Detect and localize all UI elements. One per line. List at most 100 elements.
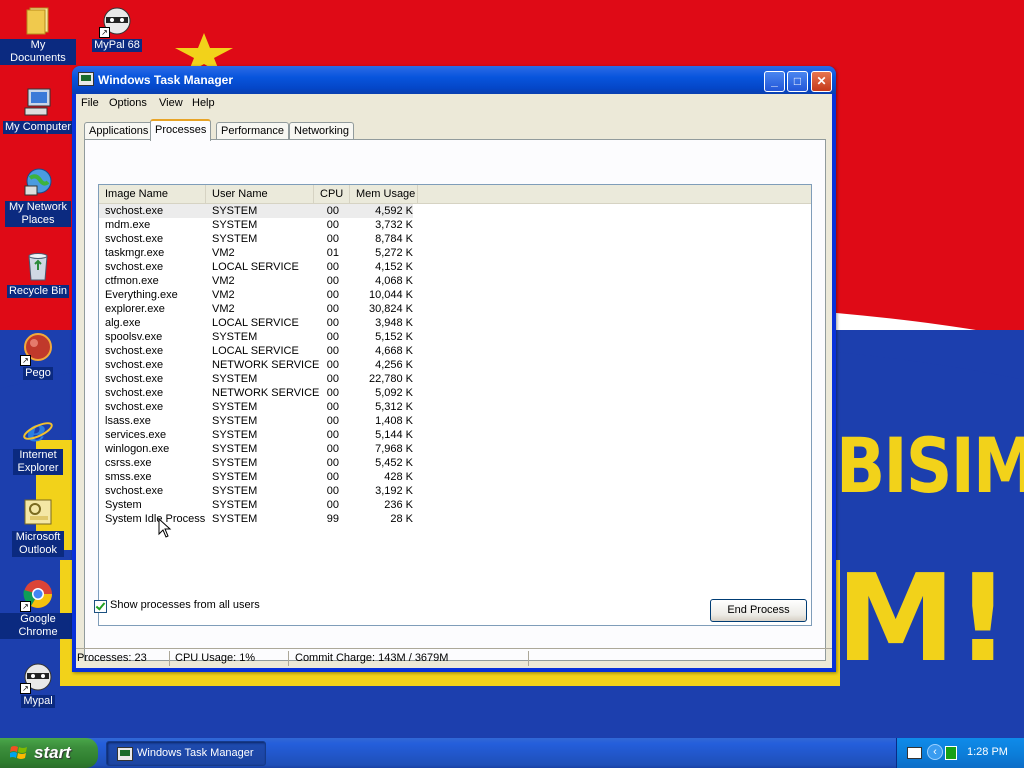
column-cpu[interactable]: CPU [314,185,350,203]
cell-mem-usage: 28 K [390,513,413,525]
shortcut-arrow-icon: ↗ [20,683,31,694]
cell-image-name: svchost.exe [105,485,164,497]
table-row[interactable]: ctfmon.exe VM2 00 4,068 K [99,274,811,288]
show-hidden-icons-button[interactable]: ‹ [927,744,943,760]
table-row[interactable]: Everything.exe VM2 00 10,044 K [99,288,811,302]
cell-mem-usage: 22,780 K [368,373,413,385]
task-manager-icon [78,72,94,86]
process-list[interactable]: Image Name User Name CPU Mem Usage svcho… [98,184,812,626]
tab-networking[interactable]: Networking [289,122,355,140]
desktop-icon-google-chrome[interactable]: ↗ Google Chrome [0,578,76,639]
task-manager-tray-icon[interactable] [945,746,957,760]
table-row[interactable]: mdm.exe SYSTEM 00 3,732 K [99,218,811,232]
table-row[interactable]: alg.exe LOCAL SERVICE 00 3,948 K [99,316,811,330]
cell-user-name: SYSTEM [212,219,258,231]
cell-mem-usage: 428 K [384,471,413,483]
close-button[interactable]: ✕ [811,71,832,92]
window-client-area: File Options View Help Applications Proc… [76,94,832,668]
cell-image-name: svchost.exe [105,233,164,245]
menu-view[interactable]: View [159,97,183,109]
cell-cpu: 00 [326,261,339,273]
cell-mem-usage: 1,408 K [375,415,413,427]
column-image-name[interactable]: Image Name [99,185,206,203]
desktop-icon-mypal-68[interactable]: ↗ MyPal 68 [79,4,155,52]
task-manager-window: Windows Task Manager _ □ ✕ File Options … [72,66,836,672]
table-row[interactable]: spoolsv.exe SYSTEM 00 5,152 K [99,330,811,344]
table-row[interactable]: svchost.exe SYSTEM 00 8,784 K [99,232,811,246]
status-separator [169,651,170,666]
column-user-name[interactable]: User Name [206,185,314,203]
cell-image-name: svchost.exe [105,387,164,399]
menu-file[interactable]: File [81,97,99,109]
cell-mem-usage: 4,668 K [375,345,413,357]
desktop-icon-label: My Documents [0,39,76,65]
table-row[interactable]: svchost.exe LOCAL SERVICE 00 4,152 K [99,260,811,274]
end-process-button[interactable]: End Process [710,599,807,622]
keyboard-icon[interactable] [907,747,922,759]
cell-image-name: winlogon.exe [105,443,170,455]
minimize-button[interactable]: _ [764,71,785,92]
cell-image-name: lsass.exe [105,415,151,427]
desktop-icon-my-network-places[interactable]: My Network Places [0,166,76,227]
table-row[interactable]: svchost.exe SYSTEM 00 3,192 K [99,484,811,498]
menu-options[interactable]: Options [109,97,147,109]
desktop-icon-pego[interactable]: ↗ Pego [0,332,76,380]
table-row[interactable]: svchost.exe SYSTEM 00 22,780 K [99,372,811,386]
table-row[interactable]: svchost.exe SYSTEM 00 5,312 K [99,400,811,414]
table-row[interactable]: lsass.exe SYSTEM 00 1,408 K [99,414,811,428]
table-row[interactable]: csrss.exe SYSTEM 00 5,452 K [99,456,811,470]
table-row[interactable]: svchost.exe NETWORK SERVICE 00 5,092 K [99,386,811,400]
tab-performance[interactable]: Performance [216,122,289,140]
cell-mem-usage: 8,784 K [375,233,413,245]
desktop-icon-internet-explorer[interactable]: e Internet Explorer [0,414,76,475]
table-row[interactable]: System Idle Process SYSTEM 99 28 K [99,512,811,526]
table-row[interactable]: System SYSTEM 00 236 K [99,498,811,512]
tab-applications[interactable]: Applications [84,122,154,140]
table-row[interactable]: smss.exe SYSTEM 00 428 K [99,470,811,484]
status-separator [528,651,529,666]
cell-user-name: SYSTEM [212,401,258,413]
desktop-icon-recycle-bin[interactable]: Recycle Bin [0,250,76,298]
table-row[interactable]: svchost.exe LOCAL SERVICE 00 4,668 K [99,344,811,358]
tab-processes[interactable]: Processes [150,119,212,141]
cell-user-name: VM2 [212,289,235,301]
taskbar: start Windows Task Manager ‹ 1:28 PM [0,738,1024,768]
maximize-icon: □ [793,74,802,88]
table-row[interactable]: svchost.exe SYSTEM 00 4,592 K [99,204,811,218]
show-all-users-label[interactable]: Show processes from all users [110,599,260,611]
table-row[interactable]: svchost.exe NETWORK SERVICE 00 4,256 K [99,358,811,372]
cell-cpu: 00 [326,499,339,511]
cell-cpu: 00 [326,443,339,455]
start-button[interactable]: start [0,738,98,768]
clock[interactable]: 1:28 PM [967,746,1008,758]
cell-image-name: smss.exe [105,471,152,483]
cell-image-name: services.exe [105,429,167,441]
task-manager-icon [117,747,133,761]
table-row[interactable]: services.exe SYSTEM 00 5,144 K [99,428,811,442]
windows-logo-icon [10,746,27,759]
cell-cpu: 99 [326,513,339,525]
raccoon-icon: ↗ [99,4,133,38]
table-row[interactable]: explorer.exe VM2 00 30,824 K [99,302,811,316]
desktop-icon-my-documents[interactable]: My Documents [0,4,76,65]
cell-cpu: 00 [326,289,339,301]
column-mem-usage[interactable]: Mem Usage [350,185,418,203]
table-row[interactable]: taskmgr.exe VM2 01 5,272 K [99,246,811,260]
taskbar-button-task-manager[interactable]: Windows Task Manager [106,741,266,766]
desktop-icon-my-computer[interactable]: My Computer [0,86,76,134]
cell-mem-usage: 3,732 K [375,219,413,231]
desktop-icon-mypal[interactable]: ↗ Mypal [0,660,76,708]
title-bar[interactable]: Windows Task Manager _ □ ✕ [72,66,836,94]
desktop-icon-label: My Network Places [5,201,71,227]
maximize-button[interactable]: □ [787,71,808,92]
close-icon: ✕ [816,74,827,88]
cell-image-name: svchost.exe [105,261,164,273]
table-row[interactable]: winlogon.exe SYSTEM 00 7,968 K [99,442,811,456]
cell-mem-usage: 4,592 K [375,205,413,217]
list-rows: svchost.exe SYSTEM 00 4,592 K mdm.exe SYSTEM 0… [99,204,811,526]
show-all-users-checkbox[interactable] [94,600,107,613]
cell-mem-usage: 30,824 K [368,303,413,315]
menu-help[interactable]: Help [192,97,215,109]
desktop-icon-microsoft-outlook[interactable]: Microsoft Outlook [0,496,76,557]
desktop-icon-label: Internet Explorer [13,449,63,475]
